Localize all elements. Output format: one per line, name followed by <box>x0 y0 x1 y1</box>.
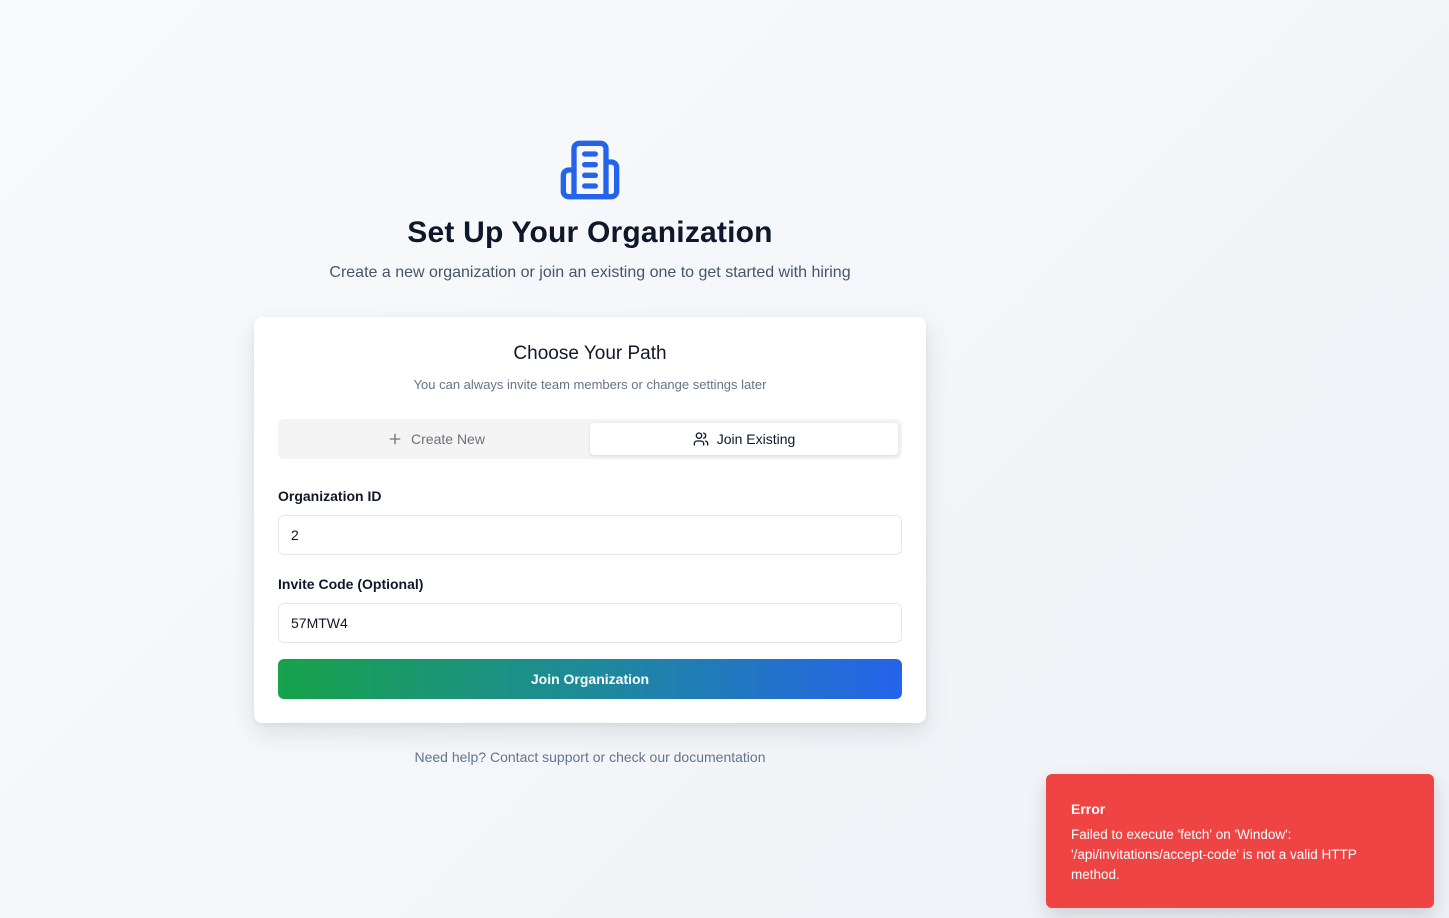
join-organization-button[interactable]: Join Organization <box>278 659 902 699</box>
users-icon <box>693 432 709 446</box>
tab-join-existing[interactable]: Join Existing <box>590 423 898 455</box>
org-setup-page: Set Up Your Organization Create a new or… <box>0 0 1449 918</box>
choose-path-card: Choose Your Path You can always invite t… <box>254 317 926 723</box>
tab-create-new[interactable]: Create New <box>282 423 590 455</box>
tab-join-existing-label: Join Existing <box>716 431 796 447</box>
page-title: Set Up Your Organization <box>407 216 773 249</box>
plus-icon <box>389 433 401 445</box>
invite-code-label: Invite Code (Optional) <box>278 576 424 592</box>
invite-code-input[interactable] <box>278 603 902 643</box>
card-subtitle: You can always invite team members or ch… <box>413 377 767 392</box>
building-icon <box>560 140 620 200</box>
tab-create-new-label: Create New <box>411 431 485 447</box>
toast-title: Error <box>1071 801 1106 817</box>
toast-message: Failed to execute 'fetch' on 'Window': '… <box>1071 827 1357 882</box>
error-toast[interactable]: Error Failed to execute 'fetch' on 'Wind… <box>1046 774 1434 908</box>
organization-id-input[interactable] <box>278 515 902 555</box>
page-subtitle: Create a new organization or join an exi… <box>329 264 851 281</box>
help-text: Need help? Contact support or check our … <box>414 749 766 765</box>
path-tabs: Create New Join Existing <box>278 419 902 459</box>
card-title: Choose Your Path <box>513 343 667 364</box>
organization-id-label: Organization ID <box>278 488 382 504</box>
